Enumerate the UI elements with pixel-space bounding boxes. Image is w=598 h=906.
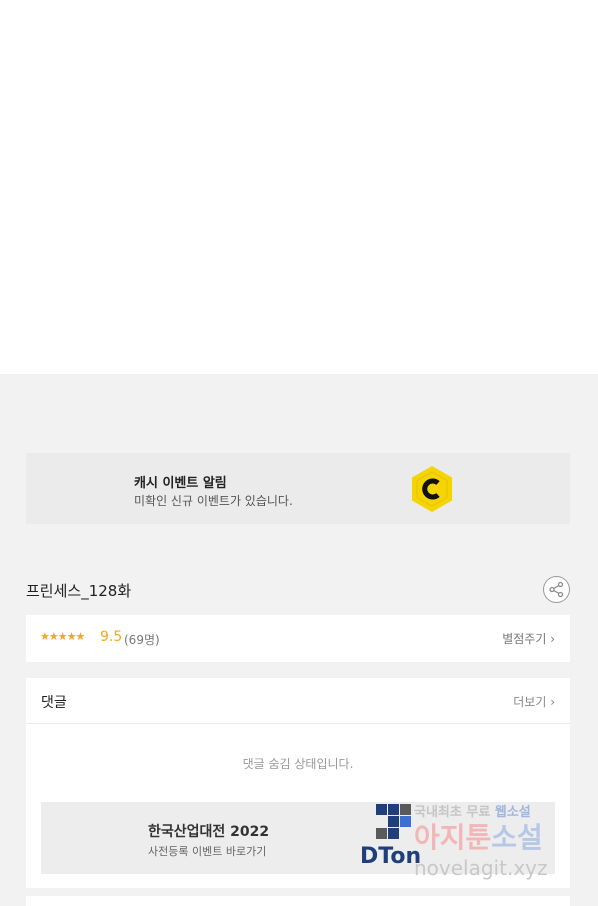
cash-event-subtitle: 미확인 신규 이벤트가 있습니다. xyxy=(134,494,293,508)
comment-hidden-note: 댓글 숨김 상태입니다. xyxy=(242,757,354,771)
rating-count: (69명) xyxy=(124,633,160,647)
share-icon xyxy=(549,581,564,598)
comment-more-link[interactable]: 더보기 › xyxy=(513,693,555,710)
cash-event-banner[interactable]: 캐시 이벤트 알림 미확인 신규 이벤트가 있습니다. xyxy=(26,453,570,524)
ad-banner[interactable]: 한국산업대전 2022 사전등록 이벤트 바로가기 xyxy=(41,802,555,874)
ad-subtitle: 사전등록 이벤트 바로가기 xyxy=(148,845,267,858)
rate-button[interactable]: 별점주기 › xyxy=(502,630,555,647)
next-card-edge xyxy=(26,896,570,906)
episode-title: 프린세스_128화 xyxy=(26,582,132,600)
ad-logo: DTon xyxy=(360,804,430,872)
ad-title: 한국산업대전 2022 xyxy=(148,824,270,840)
rating-stars: ★★★★★ xyxy=(40,630,85,643)
logo-grid-icon xyxy=(376,804,412,842)
comment-heading: 댓글 xyxy=(41,695,67,711)
share-button[interactable] xyxy=(543,576,570,603)
rating-card: ★★★★★ 9.5 (69명) 별점주기 › xyxy=(26,615,570,662)
cash-event-title: 캐시 이벤트 알림 xyxy=(134,476,227,491)
comment-section: 댓글 더보기 › 댓글 숨김 상태입니다. 한국산업대전 2022 사전등록 이… xyxy=(26,678,570,888)
ad-logo-text: DTon xyxy=(360,844,422,869)
content-blank-area xyxy=(0,0,598,374)
cash-coin-icon xyxy=(412,466,452,512)
divider xyxy=(26,723,570,724)
rating-score: 9.5 xyxy=(100,629,123,645)
